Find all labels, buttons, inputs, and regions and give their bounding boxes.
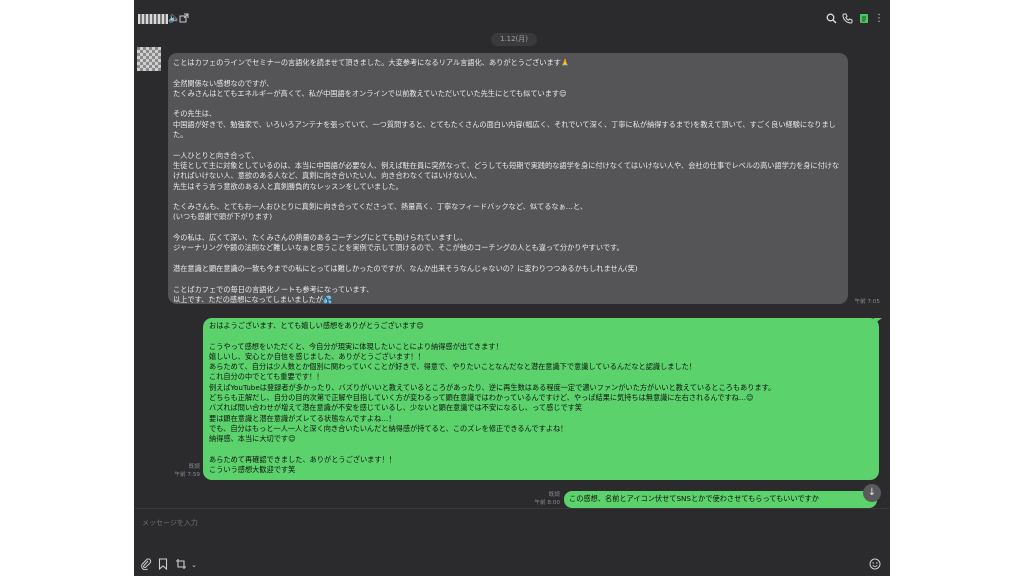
search-icon[interactable]: [826, 13, 838, 25]
sent-time: 午前 7:59: [174, 472, 200, 478]
scroll-down-button[interactable]: ↓: [863, 484, 881, 502]
received-message[interactable]: ことはカフェのラインでセミナーの言語化を読ませて頂きました。大変参考になるリアル…: [168, 53, 848, 304]
sent2-read-status: 既読: [548, 492, 560, 498]
received-time: 午前 7:05: [854, 299, 880, 305]
sent2-time: 午前 8:00: [534, 500, 560, 506]
chat-name-redacted: [138, 14, 168, 24]
chat-header: 🔈 ⋮: [134, 0, 890, 36]
phone-icon[interactable]: [842, 13, 854, 25]
chevron-down-icon[interactable]: ⌄: [187, 558, 201, 572]
date-separator: 1.12(月): [491, 33, 537, 46]
avatar[interactable]: [137, 47, 161, 71]
notes-icon[interactable]: [859, 13, 871, 25]
sent-message-2[interactable]: この感想、名前とアイコン伏せてSNSとかで使わさせてもらってもいいですか: [564, 491, 877, 508]
arrow-down-icon: ↓: [867, 487, 877, 498]
sent-read-status: 既読: [188, 464, 200, 470]
sent-message[interactable]: おはようございます、とても嬉しい感想をありがとうございます😊 こうやって感想をい…: [203, 318, 879, 480]
message-input[interactable]: [140, 515, 744, 531]
message-composer: ⌄: [134, 508, 890, 576]
bookmark-icon[interactable]: [158, 558, 172, 572]
emoji-icon[interactable]: [869, 558, 883, 572]
chat-window: 🔈 ⋮ 1.12(月) ことはカフェのラインでセミナーの言語化を読ませて頂きまし…: [134, 0, 890, 576]
more-icon[interactable]: ⋮: [873, 13, 885, 25]
open-window-icon[interactable]: [179, 13, 191, 25]
paperclip-icon[interactable]: [140, 558, 154, 572]
